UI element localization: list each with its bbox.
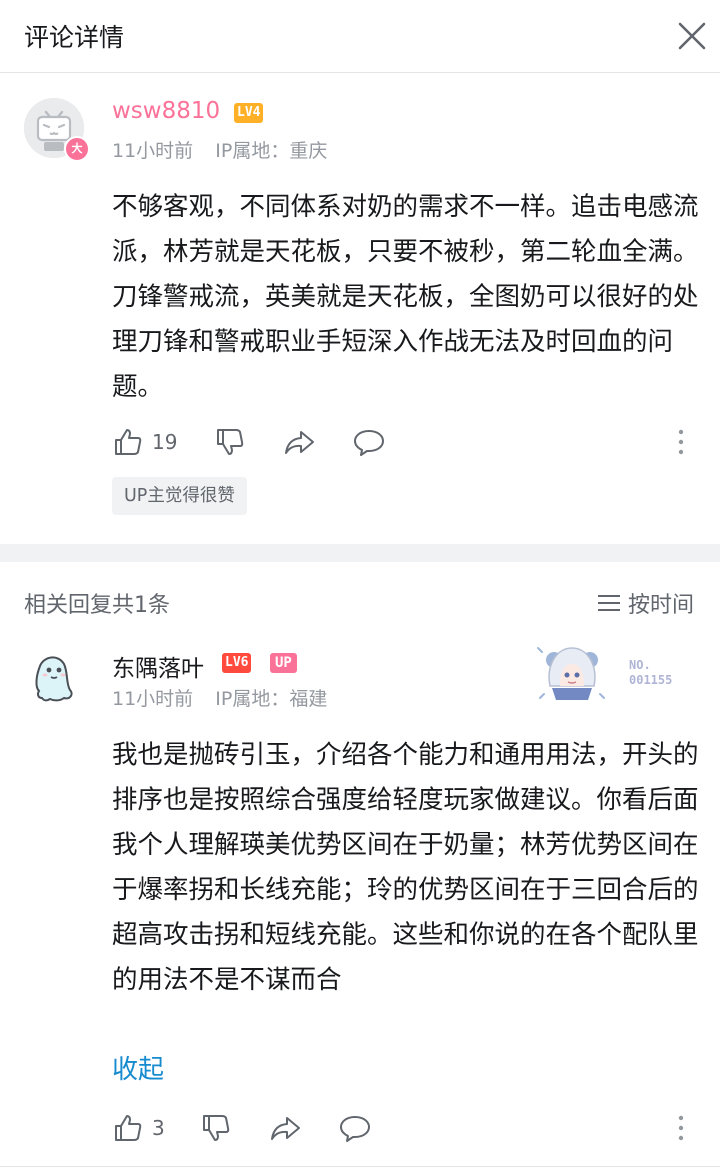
share-button[interactable] [282,424,316,460]
fan-medal-card: NO. 001155 [532,632,692,706]
up-liked-tag: UP主觉得很赞 [112,477,247,515]
sort-label: 按时间 [628,593,695,618]
more-options-button[interactable] [671,1110,691,1146]
close-icon [678,22,706,50]
close-button[interactable] [672,16,712,56]
up-badge: UP [270,653,297,673]
share-icon [285,431,314,454]
reply-meta: 11小时前 IP属地：福建 [112,684,327,711]
username[interactable]: 东隅落叶 [112,649,204,683]
anime-girl-medal-icon [537,647,605,700]
reply-button[interactable] [338,1110,372,1146]
ip-location: IP属地：福建 [215,688,328,710]
bottom-divider [0,1166,720,1167]
comment-time: 11小时前 [112,140,194,162]
comment-bubble-icon [354,430,384,456]
avatar[interactable]: 大 [24,98,90,162]
level-badge: LV4 [234,103,264,123]
level-badge: LV6 [222,653,252,673]
dislike-button[interactable] [214,424,246,460]
page-title: 评论详情 [24,23,125,52]
share-icon [271,1117,300,1140]
header-bar: 评论详情 [0,0,720,73]
thumbs-up-icon [115,1115,142,1141]
dislike-button[interactable] [200,1110,232,1146]
more-vertical-icon [678,1115,684,1141]
like-button[interactable]: 19 [112,424,177,460]
comment-text: 不够客观，不同体系对奶的需求不一样。追击电感流派，林芳就是天花板，只要不被秒，第… [112,192,699,402]
username[interactable]: wsw8810 [112,98,220,124]
reply-time: 11小时前 [112,688,194,710]
ghost-mascot-icon [35,656,73,702]
like-button[interactable]: 3 [112,1110,165,1146]
section-divider [0,544,720,562]
sort-by-time-button[interactable]: 按时间 [596,587,694,619]
sort-lines-icon [598,595,620,611]
more-options-button[interactable] [671,424,691,460]
fan-number: 001155 [629,673,673,687]
vip-badge-label: 大 [71,142,83,155]
like-count: 3 [152,1116,165,1140]
avatar[interactable] [24,646,84,706]
like-count: 19 [152,430,178,454]
ip-location: IP属地：重庆 [215,140,328,162]
vip-badge: 大 [64,136,90,162]
collapse-link[interactable]: 收起 [112,1049,164,1086]
replies-count-title: 相关回复共1条 [24,593,170,618]
thumbs-down-icon [203,1115,230,1141]
thumbs-down-icon [217,429,244,455]
comment-meta: 11小时前 IP属地：重庆 [112,136,327,163]
thumbs-up-icon [115,429,142,455]
reply-button[interactable] [352,424,386,460]
share-button[interactable] [268,1110,302,1146]
reply-text: 我也是抛砖引玉，介绍各个能力和通用用法，开头的排序也是按照综合强度给轻度玩家做建… [112,740,699,995]
more-vertical-icon [678,429,684,455]
comment-bubble-icon [340,1116,370,1142]
fan-number-label: NO. [629,658,651,672]
